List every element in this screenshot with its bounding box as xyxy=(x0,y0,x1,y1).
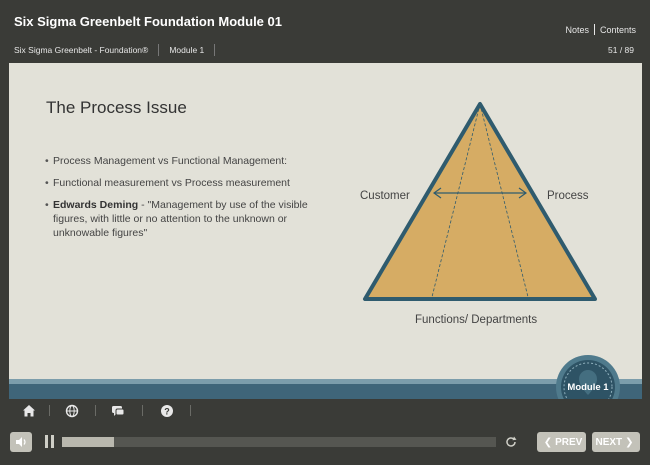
chat-icon[interactable] xyxy=(110,403,126,419)
divider xyxy=(95,405,96,416)
replay-icon[interactable] xyxy=(503,434,519,450)
pause-icon xyxy=(45,435,48,448)
diagram-label-process: Process xyxy=(547,190,589,202)
chevron-right-icon: ❯ xyxy=(625,436,634,448)
course-title: Six Sigma Greenbelt Foundation Module 01 xyxy=(14,14,282,29)
divider xyxy=(214,44,216,56)
home-icon[interactable] xyxy=(21,403,37,419)
divider xyxy=(190,405,191,416)
globe-icon[interactable] xyxy=(64,403,80,419)
divider xyxy=(158,44,160,56)
volume-button[interactable] xyxy=(10,432,32,452)
svg-text:?: ? xyxy=(164,407,170,417)
notes-link[interactable]: Notes xyxy=(565,25,589,35)
next-label: NEXT xyxy=(595,436,623,448)
prev-label: PREV xyxy=(555,436,583,448)
header-links: Notes Contents xyxy=(565,24,636,35)
divider xyxy=(142,405,143,416)
diagram-label-functions: Functions/ Departments xyxy=(415,314,537,326)
page-counter: 51 / 89 xyxy=(608,45,634,55)
breadcrumb-module: Module 1 xyxy=(169,45,205,55)
module-badge-label: Module 1 xyxy=(567,382,609,393)
next-button[interactable]: NEXT ❯ xyxy=(592,432,640,452)
chevron-left-icon: ❮ xyxy=(543,436,553,448)
diagram-label-customer: Customer xyxy=(360,190,410,202)
toolbar xyxy=(9,399,642,423)
divider xyxy=(593,24,595,35)
contents-link[interactable]: Contents xyxy=(600,25,636,35)
slide-footer-band xyxy=(9,379,642,399)
divider xyxy=(49,405,50,416)
breadcrumb: Six Sigma Greenbelt - Foundation® Module… xyxy=(14,44,225,56)
breadcrumb-course: Six Sigma Greenbelt - Foundation® xyxy=(14,45,149,55)
slide-content: The Process Issue Process Management vs … xyxy=(9,63,642,379)
process-triangle-diagram: Customer Process Functions/ Departments xyxy=(360,102,597,326)
prev-button[interactable]: ❮ PREV xyxy=(537,432,586,452)
speaker-icon xyxy=(16,437,26,447)
help-icon[interactable]: ? xyxy=(159,403,175,419)
progress-bar[interactable] xyxy=(62,437,496,447)
pause-button[interactable] xyxy=(44,435,56,448)
progress-fill xyxy=(62,437,115,447)
